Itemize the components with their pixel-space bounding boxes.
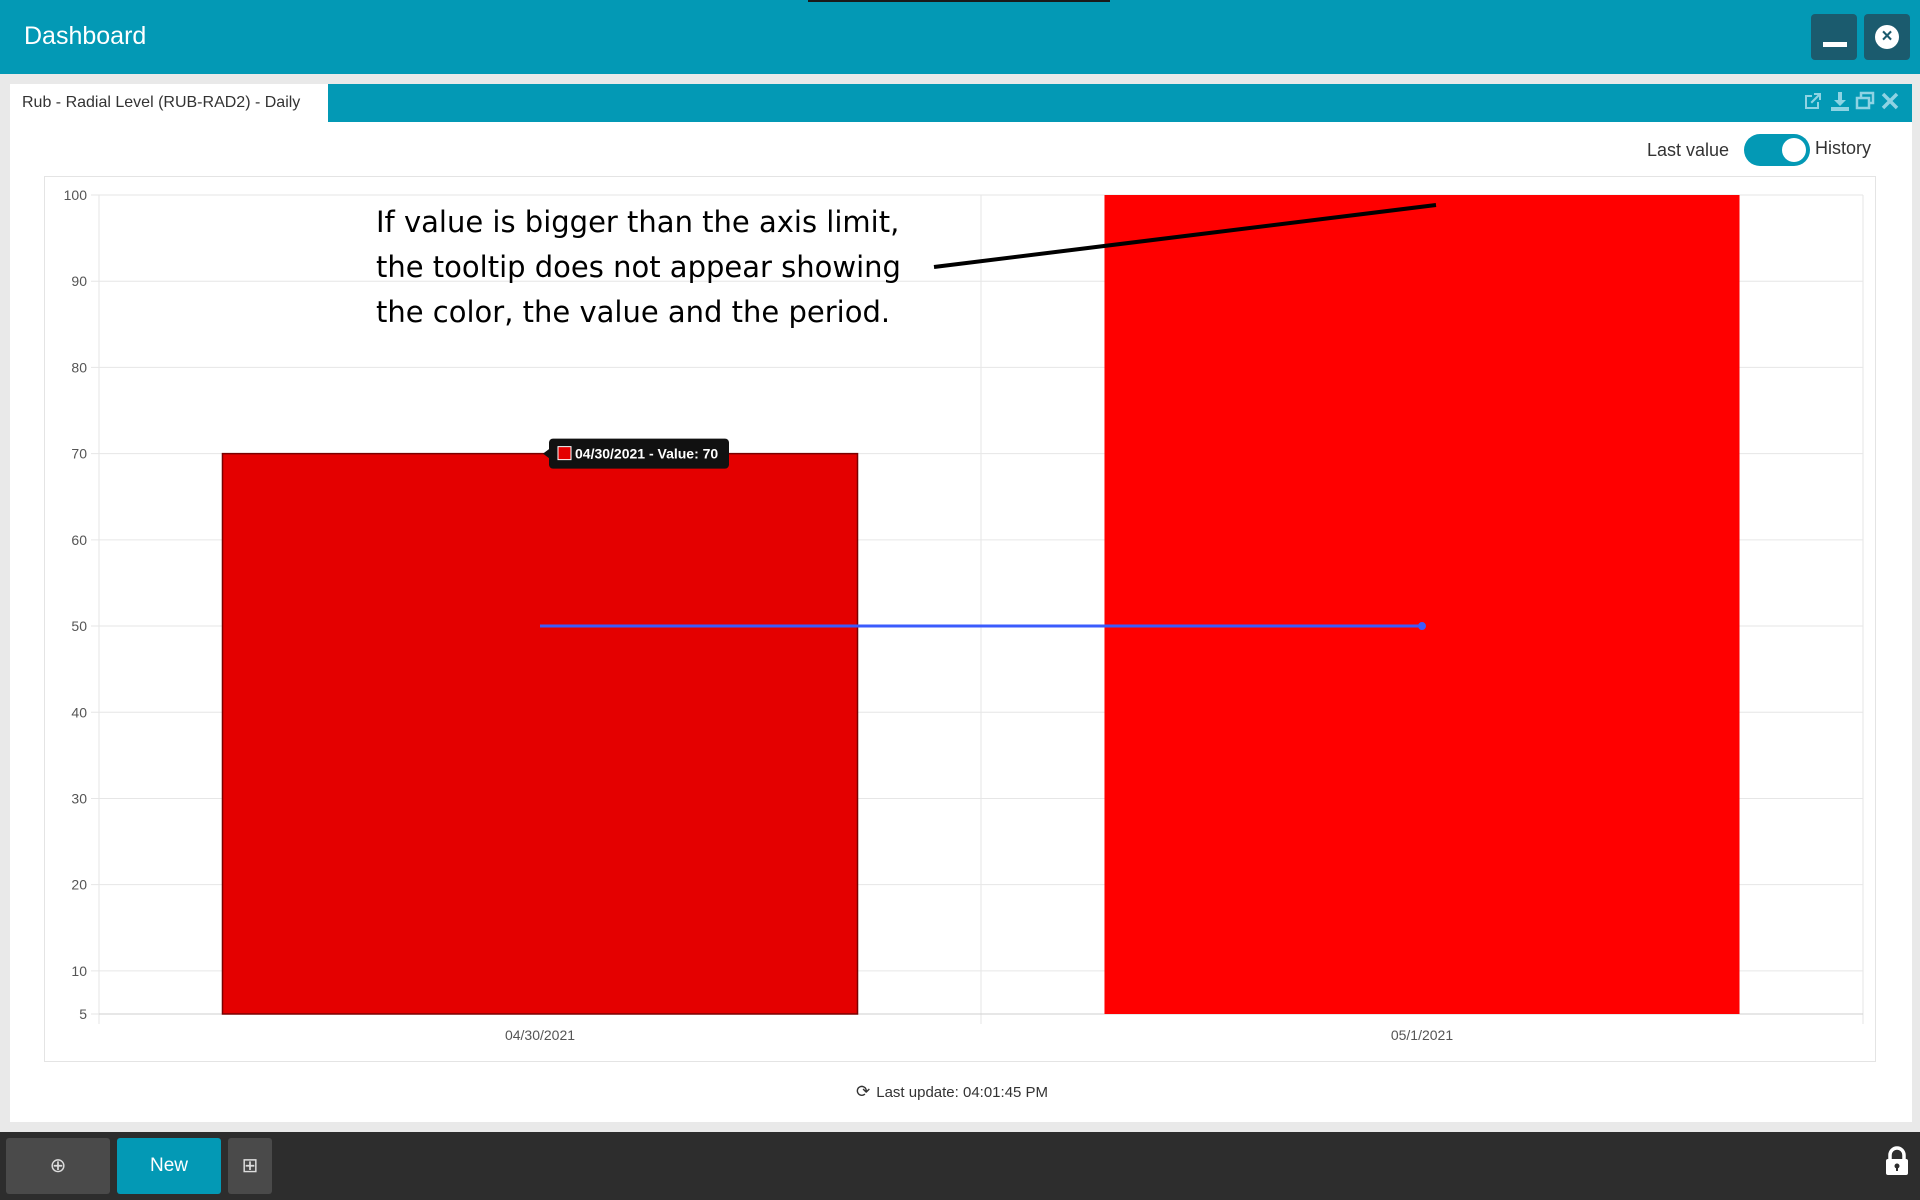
widget-header: Rub - Radial Level (RUB-RAD2) - Daily <box>10 84 1912 122</box>
tooltip-text: 04/30/2021 - Value: 70 <box>575 446 718 462</box>
last-update-text: Last update: 04:01:45 PM <box>876 1084 1049 1101</box>
y-tick-label: 40 <box>71 704 87 720</box>
y-tick-label: 80 <box>71 359 87 375</box>
annotation-line-3: the color, the value and the period. <box>376 295 891 329</box>
y-tick-label: 10 <box>71 963 87 979</box>
annotation-line-2: the tooltip does not appear showing <box>376 250 901 284</box>
external-link-icon[interactable] <box>1801 90 1825 114</box>
y-tick-label: 60 <box>71 532 87 548</box>
minimize-button[interactable] <box>1811 14 1857 60</box>
widget-tab[interactable]: Rub - Radial Level (RUB-RAD2) - Daily <box>10 84 328 122</box>
minimize-icon <box>1823 42 1847 47</box>
last-update: ⟳ Last update: 04:01:45 PM <box>856 1082 1048 1102</box>
add-widget-button[interactable]: ⊞ <box>228 1138 272 1194</box>
close-circle-icon: × <box>1875 25 1899 49</box>
toggle-knob <box>1782 138 1806 162</box>
x-tick-label: 04/30/2021 <box>505 1027 575 1043</box>
bottom-bar: ⊕ New ⊞ <box>0 1132 1920 1200</box>
y-tick-label: 70 <box>71 446 87 462</box>
y-tick-label: 90 <box>71 273 87 289</box>
refresh-icon[interactable]: ⟳ <box>856 1082 870 1102</box>
history-toggle[interactable] <box>1744 134 1810 166</box>
threshold-point[interactable] <box>1418 622 1426 631</box>
close-icon[interactable] <box>1878 90 1902 114</box>
title-bar: Dashboard × <box>0 0 1920 74</box>
x-tick-label: 05/1/2021 <box>1391 1027 1453 1043</box>
add-dashboard-button[interactable]: ⊕ <box>6 1138 110 1194</box>
y-tick-label: 20 <box>71 877 87 893</box>
plus-square-icon: ⊞ <box>241 1155 259 1177</box>
y-tick-label: 100 <box>64 187 88 203</box>
y-tick-label: 30 <box>71 790 87 806</box>
download-icon[interactable] <box>1828 90 1852 114</box>
restore-window-icon[interactable] <box>1853 90 1877 114</box>
top-edge-notch <box>808 0 1110 2</box>
annotation-line-1: If value is bigger than the axis limit, <box>376 205 900 239</box>
bar[interactable] <box>221 452 859 1015</box>
close-window-button[interactable]: × <box>1864 14 1910 60</box>
bar[interactable] <box>1104 195 1740 1014</box>
app-title: Dashboard <box>24 22 147 50</box>
plus-circle-icon: ⊕ <box>49 1155 67 1177</box>
tooltip-swatch <box>557 446 572 461</box>
history-label: History <box>1815 138 1872 158</box>
last-value-label: Last value <box>1647 140 1730 160</box>
y-tick-label: 50 <box>71 618 87 634</box>
annotation-note: If value is bigger than the axis limit, … <box>376 200 976 335</box>
y-tick-label: 5 <box>79 1006 87 1022</box>
lock-icon[interactable] <box>1884 1146 1910 1176</box>
bar-tooltip: 04/30/2021 - Value: 70 <box>543 438 729 469</box>
new-tab-button[interactable]: New <box>117 1138 221 1194</box>
